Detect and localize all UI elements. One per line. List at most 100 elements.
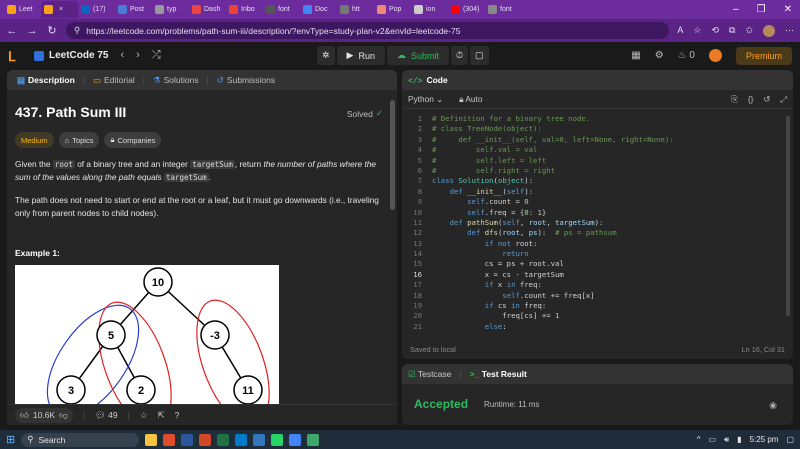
tab-editorial[interactable]: ▭ Editorial bbox=[89, 75, 139, 86]
code-editor[interactable]: 1 # Definition for a binary tree node. 2 #… bbox=[402, 114, 787, 334]
comments-button[interactable]: 💬︎ 49 bbox=[95, 410, 118, 421]
braces-icon[interactable]: {} bbox=[748, 94, 754, 105]
prev-problem-icon[interactable]: ‹ bbox=[120, 49, 124, 62]
file-explorer-icon[interactable] bbox=[145, 433, 158, 446]
tab-solutions[interactable]: ⚗ Solutions bbox=[149, 75, 203, 86]
tab-favicon-icon bbox=[488, 5, 497, 14]
notification-icon[interactable]: ▢ bbox=[786, 435, 794, 444]
difficulty-badge[interactable]: Medium bbox=[15, 132, 54, 148]
site-info-icon[interactable]: ⚲ bbox=[74, 25, 80, 36]
browser-tab[interactable]: Inbo bbox=[226, 1, 263, 18]
debug-button[interactable]: ✲ bbox=[317, 46, 335, 65]
menu-icon[interactable]: ⋯ bbox=[785, 25, 794, 37]
leetcode-logo-icon[interactable]: ᒪ bbox=[8, 49, 22, 64]
clock[interactable]: 5:25 pm bbox=[750, 435, 779, 444]
code-line: 8 def __init__(self): bbox=[417, 186, 534, 196]
reset-icon[interactable]: ↺ bbox=[763, 94, 770, 105]
share-icon[interactable]: ⇱ bbox=[157, 410, 164, 421]
vscode-icon[interactable] bbox=[235, 433, 248, 446]
test-tabs: ☑ Testcase | >_ Test Result bbox=[402, 364, 793, 384]
notes-button[interactable]: ▢ bbox=[470, 46, 489, 65]
study-plan-title[interactable]: LeetCode 75 bbox=[34, 50, 108, 61]
browser-tab[interactable]: font bbox=[263, 1, 300, 18]
streak-counter[interactable]: ♨ 0 bbox=[678, 50, 695, 61]
language-select[interactable]: Python ⌄ bbox=[408, 94, 443, 104]
maximize-icon[interactable]: ❐ bbox=[757, 4, 766, 15]
next-problem-icon[interactable]: › bbox=[136, 49, 140, 62]
browser-tab[interactable]: (17) bbox=[78, 1, 115, 18]
run-button[interactable]: ▶ Run bbox=[336, 46, 385, 65]
browser-tab[interactable]: (304) bbox=[448, 1, 485, 18]
help-icon[interactable]: ? bbox=[175, 410, 180, 420]
shuffle-icon[interactable]: ⤮ bbox=[152, 49, 161, 62]
excel-icon[interactable] bbox=[217, 433, 230, 446]
favorite-star-icon[interactable]: ☆ bbox=[693, 25, 701, 37]
thumbs-down-icon[interactable]: 👎︎ bbox=[59, 410, 68, 421]
browser-tab[interactable]: typ bbox=[152, 1, 189, 18]
tab-description[interactable]: ▤ Description bbox=[13, 75, 79, 86]
close-window-icon[interactable]: ✕ bbox=[784, 4, 792, 15]
editor-scrollbar[interactable] bbox=[786, 116, 790, 316]
layout-grid-icon[interactable]: ▦ bbox=[631, 50, 640, 61]
browser-tab-active[interactable]: × bbox=[41, 1, 78, 18]
browser-tab[interactable]: Leet bbox=[4, 1, 41, 18]
eye-icon[interactable]: ◉ bbox=[769, 400, 777, 411]
book-icon: ▭ bbox=[93, 74, 102, 85]
back-icon[interactable]: ← bbox=[6, 25, 18, 37]
profile-avatar[interactable] bbox=[763, 24, 775, 37]
browser-tab[interactable]: Doc bbox=[300, 1, 337, 18]
edge-icon[interactable] bbox=[253, 433, 266, 446]
battery-icon[interactable]: ▮ bbox=[737, 435, 741, 444]
network-icon[interactable]: ▭ bbox=[709, 435, 717, 444]
browser-tab[interactable]: font bbox=[485, 1, 522, 18]
thumbs-up-icon[interactable]: 👍︎ bbox=[20, 410, 29, 421]
windows-start-icon[interactable]: ⊞ bbox=[6, 433, 15, 446]
settings-gear-icon[interactable]: ⚙ bbox=[655, 50, 664, 61]
history-icon[interactable]: ⟲ bbox=[711, 25, 719, 37]
app-icon[interactable] bbox=[163, 433, 176, 446]
fullscreen-icon[interactable]: ⤢ bbox=[780, 94, 787, 105]
word-icon[interactable] bbox=[181, 433, 194, 446]
browser-tab[interactable]: ion bbox=[411, 1, 448, 18]
read-aloud-icon[interactable]: A bbox=[677, 25, 683, 37]
browser-tab[interactable]: Pop bbox=[374, 1, 411, 18]
volume-icon[interactable]: 🔊︎ bbox=[724, 435, 729, 445]
user-avatar[interactable] bbox=[708, 49, 722, 62]
code-line: 20 freq[cs] += 1 bbox=[413, 311, 560, 321]
problem-nav: ‹ › ⤮ bbox=[120, 49, 160, 62]
whatsapp-icon[interactable] bbox=[271, 433, 284, 446]
favorite-star-icon[interactable]: ☆ bbox=[140, 410, 148, 421]
chevron-up-icon[interactable]: ^ bbox=[697, 435, 701, 444]
code-line: 1 # Definition for a binary tree node. bbox=[417, 114, 591, 123]
tab-submissions[interactable]: ↺ Submissions bbox=[213, 75, 279, 86]
timer-button[interactable]: ⏱ bbox=[451, 46, 469, 65]
submit-button[interactable]: ☁ Submit bbox=[386, 46, 449, 65]
bookmark-icon[interactable]: ⎘ bbox=[731, 94, 738, 105]
browser-tab-strip: Leet × (17) Post typ Dash Inbo font Doc … bbox=[0, 0, 800, 19]
auto-mode-toggle[interactable]: 🔒︎ Auto bbox=[459, 94, 482, 105]
close-icon[interactable]: × bbox=[59, 6, 63, 13]
topics-chip[interactable]: ⌂ Topics bbox=[58, 132, 100, 148]
extensions-icon[interactable]: ⧉ bbox=[729, 25, 735, 37]
powerpoint-icon[interactable] bbox=[199, 433, 212, 446]
reload-icon[interactable]: ↻ bbox=[46, 24, 58, 37]
description-scrollbar[interactable] bbox=[390, 100, 395, 210]
taskbar-search[interactable]: ⚲ Search bbox=[21, 432, 140, 447]
code-line: 18 self.count += freq[x] bbox=[413, 290, 595, 300]
forward-icon[interactable]: → bbox=[26, 25, 38, 37]
browser-tab[interactable]: Dash bbox=[189, 1, 226, 18]
tab-testcase[interactable]: ☑ Testcase bbox=[408, 369, 451, 380]
browser-tab[interactable]: htt bbox=[337, 1, 374, 18]
collections-icon[interactable]: ✩ bbox=[745, 25, 753, 37]
tab-test-result[interactable]: >_ Test Result bbox=[470, 369, 527, 379]
companies-chip[interactable]: 🔒︎ Companies bbox=[104, 132, 162, 148]
premium-button[interactable]: Premium bbox=[735, 46, 792, 65]
minimize-icon[interactable]: – bbox=[733, 4, 739, 15]
browser-tab[interactable]: Post bbox=[115, 1, 152, 18]
chrome-icon[interactable] bbox=[289, 433, 302, 446]
app-icon[interactable] bbox=[307, 433, 320, 446]
example-tree-image: 10 5 -3 3 2 11 bbox=[15, 265, 279, 410]
url-input[interactable]: ⚲ https://leetcode.com/problems/path-sum… bbox=[66, 22, 670, 39]
code-line: 11 def pathSum(self, root, targetSum): bbox=[413, 217, 604, 227]
editor-actions: ⎘ {} ↺ ⤢ bbox=[731, 94, 787, 105]
